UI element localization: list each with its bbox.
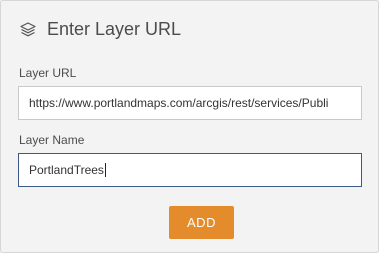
page-title: Enter Layer URL (47, 19, 182, 39)
layer-name-input[interactable]: PortlandTrees (18, 153, 362, 187)
panel-header: Enter Layer URL (19, 19, 181, 40)
layers-icon (19, 21, 37, 39)
layer-url-label: Layer URL (19, 66, 77, 80)
layer-name-value: PortlandTrees (29, 163, 104, 177)
layer-url-input[interactable]: https://www.portlandmaps.com/arcgis/rest… (18, 86, 362, 120)
add-button[interactable]: ADD (169, 206, 234, 239)
text-caret (104, 163, 106, 177)
layer-url-value: https://www.portlandmaps.com/arcgis/rest… (29, 96, 329, 110)
layer-name-label: Layer Name (19, 133, 85, 147)
add-layer-panel: Enter Layer URL Layer URL https://www.po… (0, 0, 379, 253)
